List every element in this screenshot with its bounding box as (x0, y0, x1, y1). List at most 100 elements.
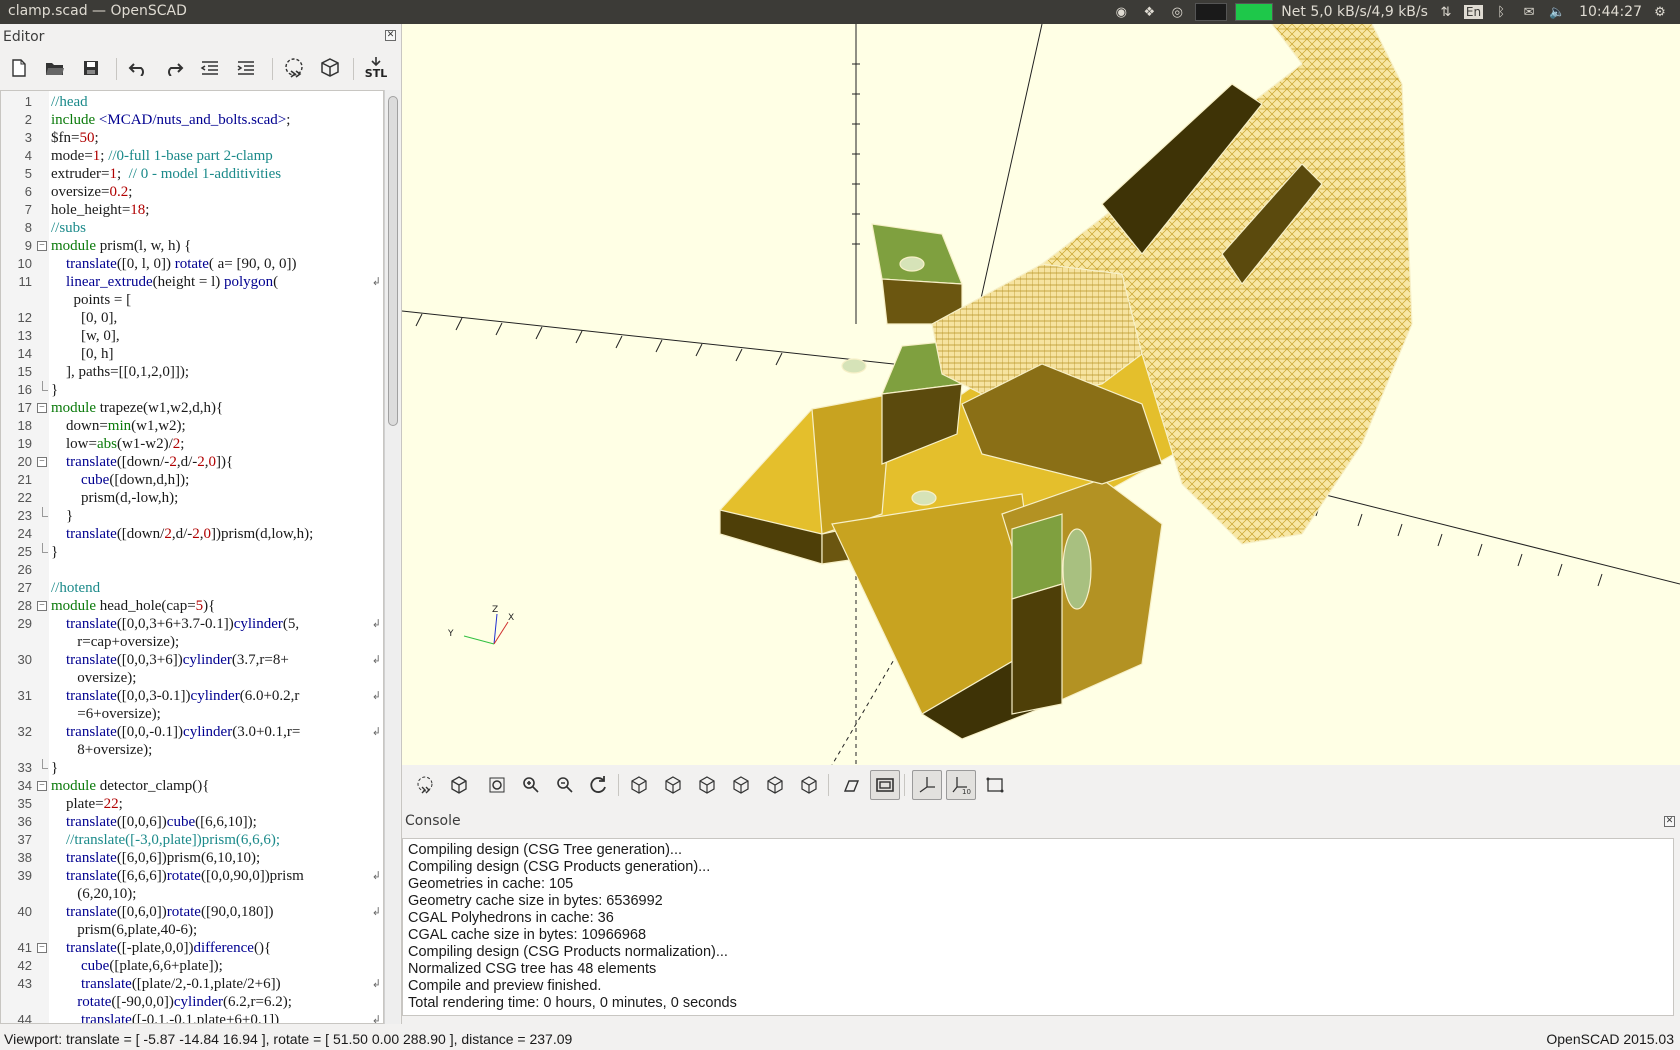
code-line[interactable]: rotate([-90,0,0])cylinder(6.2,r=6.2); (1, 993, 383, 1011)
code-line[interactable]: 17− module trapeze(w1,w2,d,h){ (1, 399, 383, 417)
show-edges-icon[interactable] (980, 770, 1010, 800)
ubuntuone-icon[interactable]: ◉ (1111, 4, 1131, 20)
render-icon[interactable] (444, 770, 474, 800)
zoom-in-icon[interactable] (516, 770, 546, 800)
code-line[interactable]: 27 //hotend (1, 579, 383, 597)
code-line[interactable]: 31 translate([0,0,3-0.1])cylinder(6.0+0.… (1, 687, 383, 705)
code-line[interactable]: 37 //translate([-3,0,plate])prism(6,6,6)… (1, 831, 383, 849)
editor-scroll-thumb[interactable] (388, 96, 398, 426)
perspective-icon[interactable] (836, 770, 866, 800)
chrome-icon[interactable]: ◎ (1167, 4, 1187, 20)
reset-view-icon[interactable] (584, 770, 614, 800)
preview-icon[interactable] (410, 770, 440, 800)
render-icon[interactable] (316, 54, 344, 82)
code-line[interactable]: 20− translate([down/-2,d/-2,0]){ (1, 453, 383, 471)
code-line[interactable]: 33} (1, 759, 383, 777)
net-speed[interactable]: Net 5,0 kB/s/4,9 kB/s (1281, 4, 1428, 20)
fold-toggle-icon[interactable]: − (37, 457, 47, 467)
view-right-icon[interactable] (624, 770, 654, 800)
view-back-icon[interactable] (794, 770, 824, 800)
clock[interactable]: 10:44:27 (1579, 4, 1642, 20)
code-line[interactable]: 18 down=min(w1,w2); (1, 417, 383, 435)
code-line[interactable]: 38 translate([6,0,6])prism(6,10,10); (1, 849, 383, 867)
code-line[interactable]: 28− module head_hole(cap=5){ (1, 597, 383, 615)
code-editor[interactable]: 1 //head 2 include <MCAD/nuts_and_bolts.sca… (0, 90, 384, 1024)
code-line[interactable]: 16} (1, 381, 383, 399)
code-line[interactable]: points = [ (1, 291, 383, 309)
show-scale-markers-icon[interactable]: 10 (946, 770, 976, 800)
code-line[interactable]: 42 cube([plate,6,6+plate]); (1, 957, 383, 975)
open-file-icon[interactable] (41, 54, 69, 82)
code-line[interactable]: 30 translate([0,0,3+6])cylinder(3.7,r=8+… (1, 651, 383, 669)
code-line[interactable]: 35 plate=22; (1, 795, 383, 813)
code-line[interactable]: 3 $fn=50; (1, 129, 383, 147)
3d-viewport[interactable]: Z Y X (402, 24, 1680, 765)
fold-toggle-icon[interactable]: − (37, 403, 47, 413)
volume-icon[interactable]: 🔈 (1547, 4, 1567, 20)
code-line[interactable]: 7 hole_height=18; (1, 201, 383, 219)
editor-close-icon[interactable]: ✕ (385, 30, 396, 41)
keyboard-layout[interactable]: En (1463, 5, 1484, 19)
view-top-icon[interactable] (658, 770, 688, 800)
code-line[interactable]: 26 (1, 561, 383, 579)
code-line[interactable]: r=cap+oversize); (1, 633, 383, 651)
code-line[interactable]: 44 translate([-0.1,-0.1,plate+6+0.1]) ↲ (1, 1011, 383, 1023)
code-line[interactable]: 5 extruder=1; // 0 - model 1-additivities (1, 165, 383, 183)
code-line[interactable]: 43 translate([plate/2,-0.1,plate/2+6]) ↲ (1, 975, 383, 993)
code-line[interactable]: 12 [0, 0], (1, 309, 383, 327)
code-line[interactable]: 36 translate([0,0,6])cube([6,6,10]); (1, 813, 383, 831)
indent-icon[interactable] (232, 54, 260, 82)
code-line[interactable]: 21 cube([down,d,h]); (1, 471, 383, 489)
code-line[interactable]: oversize); (1, 669, 383, 687)
fold-toggle-icon[interactable]: − (37, 241, 47, 251)
code-line[interactable]: 13 [w, 0], (1, 327, 383, 345)
code-line[interactable]: 8+oversize); (1, 741, 383, 759)
code-line[interactable]: 32 translate([0,0,-0.1])cylinder(3.0+0.1… (1, 723, 383, 741)
code-line[interactable]: 10 translate([0, l, 0]) rotate( a= [90, … (1, 255, 383, 273)
mem-graph-icon[interactable] (1235, 3, 1274, 21)
code-line[interactable]: 8 //subs (1, 219, 383, 237)
export-stl-icon[interactable]: STL (362, 54, 390, 82)
code-line[interactable]: 14 [0, h] (1, 345, 383, 363)
code-line[interactable]: =6+oversize); (1, 705, 383, 723)
dropbox-icon[interactable]: ❖ (1139, 4, 1159, 20)
view-front-icon[interactable] (760, 770, 790, 800)
code-line[interactable]: prism(6,plate,40-6); (1, 921, 383, 939)
show-axes-icon[interactable] (912, 770, 942, 800)
orthogonal-icon[interactable] (870, 770, 900, 800)
code-line[interactable]: 22 prism(d,-low,h); (1, 489, 383, 507)
fold-toggle-icon[interactable]: − (37, 601, 47, 611)
cpu-graph-icon[interactable] (1195, 3, 1228, 21)
bluetooth-icon[interactable]: ᛒ (1491, 4, 1511, 20)
editor-scrollbar[interactable] (384, 90, 400, 1024)
code-line[interactable]: 29 translate([0,0,3+6+3.7-0.1])cylinder(… (1, 615, 383, 633)
fold-toggle-icon[interactable]: − (37, 781, 47, 791)
network-icon[interactable]: ⇅ (1436, 4, 1456, 20)
code-line[interactable]: 40 translate([0,6,0])rotate([90,0,180]) ↲ (1, 903, 383, 921)
zoom-out-icon[interactable] (550, 770, 580, 800)
console-output[interactable]: Compiling design (CSG Tree generation)..… (402, 838, 1674, 1016)
code-line[interactable]: 11 linear_extrude(height = l) polygon(↲ (1, 273, 383, 291)
view-bottom-icon[interactable] (692, 770, 722, 800)
code-line[interactable]: 34− module detector_clamp(){ (1, 777, 383, 795)
view-left-icon[interactable] (726, 770, 756, 800)
code-line[interactable]: 24 translate([down/2,d/-2,0])prism(d,low… (1, 525, 383, 543)
mail-icon[interactable]: ✉ (1519, 4, 1539, 20)
undo-icon[interactable] (124, 54, 152, 82)
code-line[interactable]: 6 oversize=0.2; (1, 183, 383, 201)
fold-toggle-icon[interactable]: − (37, 943, 47, 953)
code-line[interactable]: (6,20,10); (1, 885, 383, 903)
code-line[interactable]: 4 mode=1; //0-full 1-base part 2-clamp (1, 147, 383, 165)
save-icon[interactable] (77, 54, 105, 82)
code-line[interactable]: 25} (1, 543, 383, 561)
view-all-icon[interactable] (482, 770, 512, 800)
code-line[interactable]: 9− module prism(l, w, h) { (1, 237, 383, 255)
new-file-icon[interactable] (5, 54, 33, 82)
code-line[interactable]: 39 translate([6,6,6])rotate([0,0,90,0])p… (1, 867, 383, 885)
unindent-icon[interactable] (196, 54, 224, 82)
code-line[interactable]: 2 include <MCAD/nuts_and_bolts.scad>; (1, 111, 383, 129)
console-close-icon[interactable]: ✕ (1664, 816, 1675, 827)
settings-gear-icon[interactable]: ⚙ (1650, 4, 1670, 20)
code-line[interactable]: 19 low=abs(w1-w2)/2; (1, 435, 383, 453)
preview-icon[interactable] (280, 54, 308, 82)
